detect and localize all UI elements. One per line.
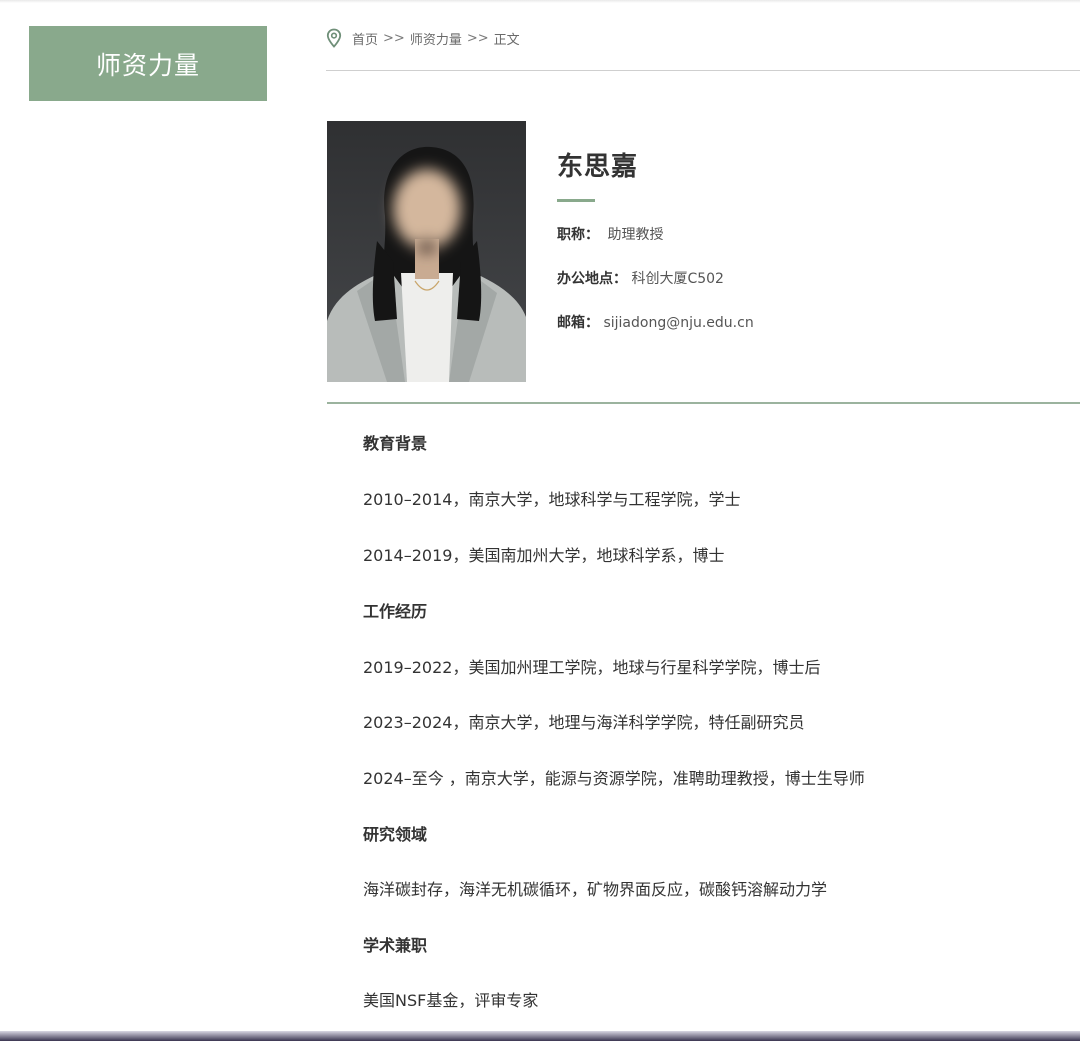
breadcrumb-separator: >> <box>383 30 405 46</box>
location-pin-icon <box>326 28 342 48</box>
email-value[interactable]: sijiadong@nju.edu.cn <box>603 315 753 331</box>
research-entry: 海洋碳封存，海洋无机碳循环，矿物界面反应，碳酸钙溶解动力学 <box>363 880 828 899</box>
section-title-work: 工作经历 <box>363 602 428 621</box>
profile-divider <box>327 402 1080 404</box>
section-title-education: 教育背景 <box>363 434 428 453</box>
work-entry: 2024–至今 ，南京大学，能源与资源学院，准聘助理教授，博士生导师 <box>363 769 865 788</box>
section-title-academic: 学术兼职 <box>363 936 428 955</box>
title-value: 助理教授 <box>607 227 664 243</box>
email-row: 邮箱： sijiadong@nju.edu.cn <box>557 312 754 332</box>
email-label: 邮箱： <box>557 315 599 331</box>
sidebar-title: 师资力量 <box>95 50 200 80</box>
section-title-research: 研究领域 <box>363 825 428 844</box>
breadcrumb: 首页 >> 师资力量 >> 正文 <box>326 28 520 48</box>
breadcrumb-divider <box>326 70 1080 71</box>
profile-photo <box>327 121 526 382</box>
top-shadow <box>0 0 1080 3</box>
work-entry: 2023–2024，南京大学，地理与海洋科学学院，特任副研究员 <box>363 713 805 732</box>
breadcrumb-home-link[interactable]: 首页 <box>352 29 378 48</box>
education-entry: 2010–2014，南京大学，地球科学与工程学院，学士 <box>363 490 741 509</box>
education-entry: 2014–2019，美国南加州大学，地球科学系，博士 <box>363 546 725 565</box>
breadcrumb-separator: >> <box>466 30 489 46</box>
breadcrumb-faculty-link[interactable]: 师资力量 <box>410 29 462 48</box>
bottom-bar <box>0 1031 1080 1041</box>
title-row: 职称： 助理教授 <box>557 224 663 244</box>
academic-entry: 美国NSF基金，评审专家 <box>363 991 539 1010</box>
breadcrumb-current: 正文 <box>493 32 520 48</box>
office-label: 办公地点： <box>557 271 627 287</box>
title-label: 职称： <box>557 227 599 243</box>
sidebar-title-tab[interactable]: 师资力量 <box>29 26 267 101</box>
office-row: 办公地点： 科创大厦C502 <box>557 268 724 288</box>
profile-name: 东思嘉 <box>557 152 639 182</box>
page: 师资力量 首页 >> 师资力量 >> 正文 东思嘉 职称： 助理教授 办公地点：… <box>0 0 1080 1041</box>
office-value: 科创大厦C502 <box>631 271 724 287</box>
name-underline <box>557 199 595 202</box>
work-entry: 2019–2022，美国加州理工学院，地球与行星科学学院，博士后 <box>363 658 821 677</box>
